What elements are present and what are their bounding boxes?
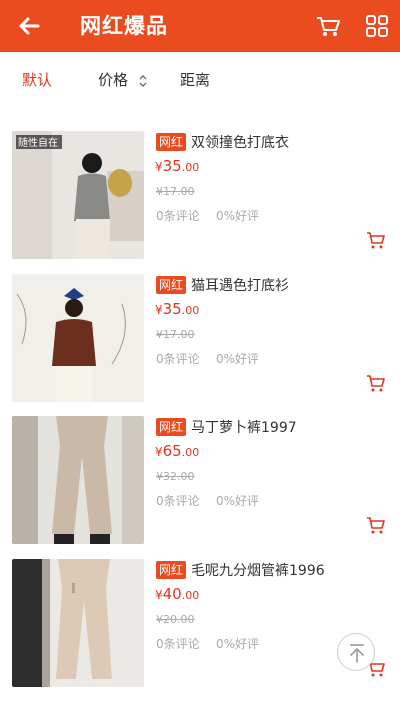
original-price: ¥20.00	[156, 613, 195, 626]
page-title: 网红爆品	[80, 14, 168, 38]
cart-icon[interactable]	[314, 12, 342, 40]
tab-distance[interactable]: 距离	[180, 69, 210, 90]
product-image	[12, 416, 144, 544]
product-price: ¥65.00	[155, 442, 200, 460]
original-price: ¥17.00	[156, 328, 195, 341]
product-name: 双领撞色打底衣	[191, 135, 289, 151]
product-tag: 网红	[156, 276, 187, 294]
product-name: 马丁萝卜裤1997	[191, 420, 297, 436]
add-to-cart-icon[interactable]	[366, 373, 386, 393]
product-tag: 网红	[156, 561, 187, 579]
product-tag: 网红	[156, 133, 187, 151]
product-item[interactable]: 网红 毛呢九分烟管裤1996 ¥40.00 ¥20.00 0条评论 0%好评	[0, 559, 400, 697]
sort-bar: 默认 价格 距离	[0, 52, 400, 106]
app-header: 网红爆品	[0, 0, 400, 52]
review-count: 0条评论	[156, 637, 200, 651]
good-rate: 0%好评	[216, 637, 260, 651]
product-price: ¥40.00	[155, 585, 200, 603]
product-item[interactable]: 随性自在 网红 双领撞色打底衣 ¥35.00 ¥17.00 0条评论 0%好评	[0, 131, 400, 269]
product-name: 猫耳遇色打底衫	[191, 278, 289, 294]
add-to-cart-icon[interactable]	[366, 515, 386, 535]
product-price: ¥35.00	[155, 157, 200, 175]
add-to-cart-icon[interactable]	[366, 230, 386, 250]
back-arrow-icon[interactable]	[16, 12, 44, 40]
good-rate: 0%好评	[216, 209, 260, 223]
product-tag: 网红	[156, 418, 187, 436]
product-item[interactable]: 网红 猫耳遇色打底衫 ¥35.00 ¥17.00 0条评论 0%好评	[0, 274, 400, 412]
grid-icon[interactable]	[363, 12, 391, 40]
svg-text:随性自在: 随性自在	[18, 136, 58, 149]
good-rate: 0%好评	[216, 352, 260, 366]
sort-toggle-icon	[139, 75, 147, 87]
tab-default[interactable]: 默认	[22, 69, 52, 90]
product-item[interactable]: 网红 马丁萝卜裤1997 ¥65.00 ¥32.00 0条评论 0%好评	[0, 416, 400, 554]
product-image	[12, 559, 144, 687]
good-rate: 0%好评	[216, 494, 260, 508]
original-price: ¥17.00	[156, 185, 195, 198]
original-price: ¥32.00	[156, 470, 195, 483]
back-to-top-button[interactable]	[337, 633, 375, 671]
product-name: 毛呢九分烟管裤1996	[191, 563, 325, 579]
arrow-up-icon	[350, 644, 364, 663]
product-price: ¥35.00	[155, 300, 200, 318]
tab-price[interactable]: 价格	[98, 69, 128, 90]
section-divider	[0, 106, 400, 120]
review-count: 0条评论	[156, 209, 200, 223]
product-image	[12, 274, 144, 402]
product-image: 随性自在	[12, 131, 144, 259]
review-count: 0条评论	[156, 352, 200, 366]
review-count: 0条评论	[156, 494, 200, 508]
